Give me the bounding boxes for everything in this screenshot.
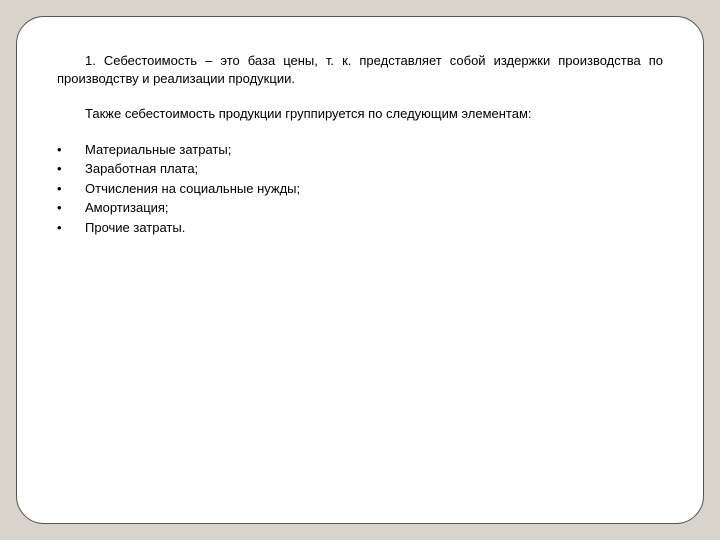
bullet-icon: •: [57, 219, 85, 237]
paragraph-1: 1. Себестоимость – это база цены, т. к. …: [57, 52, 663, 87]
bullet-icon: •: [57, 141, 85, 159]
list-item: • Заработная плата;: [57, 160, 663, 178]
paragraph-2: Также себестоимость продукции группирует…: [57, 105, 663, 123]
bullet-icon: •: [57, 180, 85, 198]
list-item: • Амортизация;: [57, 199, 663, 217]
bullet-icon: •: [57, 160, 85, 178]
list-item: • Отчисления на социальные нужды;: [57, 180, 663, 198]
bullet-icon: •: [57, 199, 85, 217]
list-item-text: Отчисления на социальные нужды;: [85, 180, 663, 198]
list-item: • Материальные затраты;: [57, 141, 663, 159]
list-item: • Прочие затраты.: [57, 219, 663, 237]
list-item-text: Материальные затраты;: [85, 141, 663, 159]
slide-card: 1. Себестоимость – это база цены, т. к. …: [16, 16, 704, 524]
list-item-text: Заработная плата;: [85, 160, 663, 178]
list-item-text: Прочие затраты.: [85, 219, 663, 237]
bullet-list: • Материальные затраты; • Заработная пла…: [57, 141, 663, 237]
list-item-text: Амортизация;: [85, 199, 663, 217]
